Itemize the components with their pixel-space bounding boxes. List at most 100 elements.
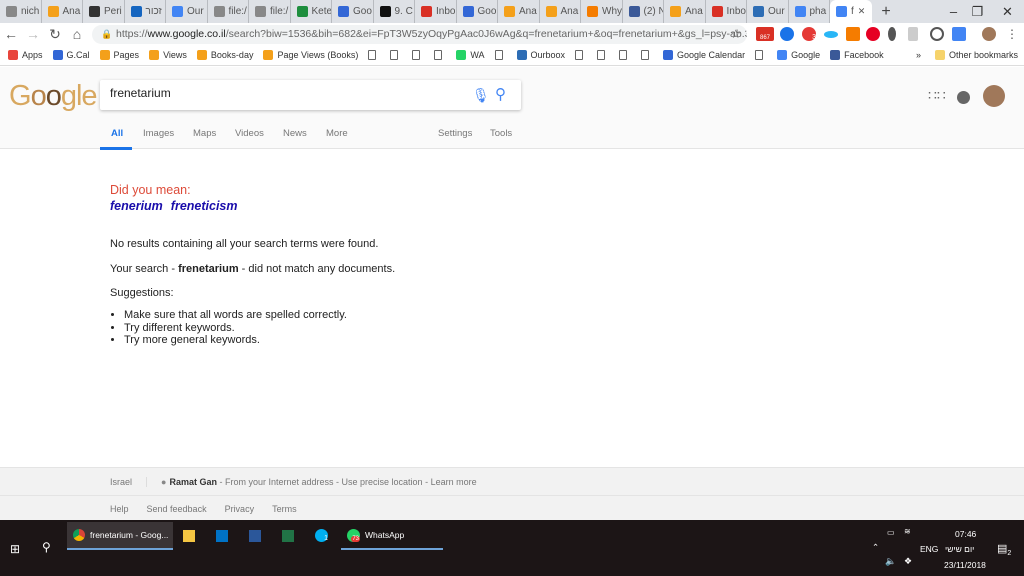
browser-tab[interactable]: Inbo [706, 0, 747, 23]
dropbox-icon[interactable]: ❖ [904, 556, 912, 567]
browser-tab[interactable]: זכור [125, 0, 166, 23]
microphone-icon[interactable]: 🎙 [472, 87, 490, 104]
bulb-extension-icon[interactable] [888, 27, 896, 41]
google-doodle-logo[interactable]: Go​ogle [9, 80, 98, 113]
browser-tab[interactable]: Ana [498, 0, 540, 23]
bookmark-item[interactable]: Google Calendar [663, 50, 745, 60]
taskbar-chrome[interactable]: frenetarium - Goog... [67, 522, 173, 550]
language-indicator[interactable]: ENG [920, 544, 938, 554]
bookmark-item[interactable]: Ourboox [516, 50, 565, 60]
browser-tab[interactable]: Our [747, 0, 789, 23]
bookmark-item[interactable] [641, 50, 653, 60]
terms-link[interactable]: Terms [272, 504, 297, 514]
back-button[interactable]: ← [0, 26, 22, 42]
cloud-extension-icon[interactable] [824, 31, 838, 38]
show-hidden-icons[interactable]: ⌃ [872, 542, 879, 553]
search-icon[interactable]: ⚲ [42, 540, 51, 554]
bookmark-item[interactable] [575, 50, 587, 60]
bookmark-item[interactable] [494, 50, 507, 60]
volume-icon[interactable]: 🔈 [885, 556, 896, 567]
wifi-icon[interactable]: ≋ [904, 527, 911, 536]
analytics-extension-icon[interactable] [846, 27, 860, 41]
privacy-link[interactable]: Privacy [225, 504, 255, 514]
reload-button[interactable]: ↻ [44, 26, 66, 43]
menu-icon[interactable]: ⋮ [1006, 27, 1020, 41]
browser-tab[interactable]: Kete [291, 0, 332, 23]
extension-icon[interactable] [930, 27, 944, 41]
bookmark-item[interactable]: Books-day [196, 50, 253, 60]
browser-tab[interactable]: pha [789, 0, 830, 23]
bookmark-item[interactable]: Apps [8, 50, 43, 60]
other-bookmarks[interactable]: » Other bookmarks [916, 50, 1018, 60]
browser-tab[interactable]: Why [581, 0, 623, 23]
action-center-icon[interactable]: ▤2 [997, 542, 1011, 557]
bookmark-star-icon[interactable]: ☆ [730, 25, 741, 44]
profile-avatar[interactable] [982, 27, 996, 41]
pinterest-extension-icon[interactable] [866, 27, 880, 41]
tab-news[interactable]: News [283, 128, 307, 139]
more-bookmarks-chevron-icon[interactable]: » [916, 50, 921, 60]
bookmark-item[interactable]: Pages [99, 50, 139, 60]
bookmark-item[interactable]: Google [777, 50, 820, 60]
use-precise-location-link[interactable]: Use precise location [342, 477, 423, 487]
file-explorer-icon[interactable] [183, 530, 195, 542]
browser-tab[interactable]: file:/ [249, 0, 291, 23]
tab-maps[interactable]: Maps [193, 128, 216, 139]
account-avatar[interactable] [983, 85, 1005, 107]
translate-extension-icon[interactable] [952, 27, 966, 41]
gmail-extension-icon[interactable]: 867 [756, 27, 774, 41]
browser-tab[interactable]: Inbo [415, 0, 457, 23]
outlook-icon[interactable] [216, 530, 228, 542]
tab-videos[interactable]: Videos [235, 128, 264, 139]
bookmark-item[interactable]: Page Views (Books) [263, 50, 358, 60]
bookmark-item[interactable] [434, 50, 446, 60]
browser-tab[interactable]: Goo [457, 0, 498, 23]
forward-button[interactable]: → [22, 26, 44, 42]
extension-icon[interactable] [780, 27, 794, 41]
browser-tab[interactable]: nich [0, 0, 42, 23]
battery-icon[interactable]: ▭ [887, 528, 895, 537]
bookmark-item[interactable]: WA [456, 50, 485, 60]
browser-tab[interactable]: Ana [664, 0, 706, 23]
close-window-button[interactable]: ✕ [990, 0, 1024, 23]
tab-tools[interactable]: Tools [490, 128, 512, 139]
suggestion-link[interactable]: freneticism [171, 199, 238, 213]
windows-start-icon[interactable]: ⊞ [10, 542, 20, 556]
bookmark-item[interactable]: Facebook [830, 50, 884, 60]
tab-active[interactable]: f ✕ [830, 0, 872, 23]
search-icon[interactable]: ⚲ [495, 85, 506, 103]
bookmark-item[interactable]: Views [149, 50, 187, 60]
search-input[interactable] [110, 86, 450, 100]
help-link[interactable]: Help [110, 504, 129, 514]
bookmark-item[interactable] [390, 50, 402, 60]
browser-tab[interactable]: file:/ [208, 0, 249, 23]
clock-time[interactable]: 07:46 [955, 529, 976, 539]
tab-all[interactable]: All [111, 128, 123, 139]
bookmark-item[interactable] [619, 50, 631, 60]
bookmark-item[interactable]: G.Cal [52, 50, 90, 60]
browser-tab[interactable]: Peri [83, 0, 125, 23]
browser-tab[interactable]: Our [166, 0, 208, 23]
extension-badge-icon[interactable]: 3 [802, 27, 816, 41]
browser-tab[interactable]: Ana [540, 0, 581, 23]
apps-grid-icon[interactable]: ∷∷ [928, 87, 946, 104]
skype-icon[interactable]: 1 [315, 529, 328, 542]
send-feedback-link[interactable]: Send feedback [147, 504, 207, 514]
close-tab-icon[interactable]: ✕ [858, 6, 866, 17]
home-button[interactable]: ⌂ [66, 26, 88, 42]
suggestion-link[interactable]: fenerium [110, 199, 163, 213]
browser-tab[interactable]: 9. C [374, 0, 415, 23]
bookmark-item[interactable] [755, 50, 767, 60]
tab-settings[interactable]: Settings [438, 128, 472, 139]
bookmark-item[interactable] [368, 50, 380, 60]
excel-icon[interactable] [282, 530, 294, 542]
bookmark-item[interactable] [412, 50, 424, 60]
browser-tab[interactable]: Ana [42, 0, 83, 23]
tab-more[interactable]: More [326, 128, 348, 139]
browser-tab[interactable]: Goo [332, 0, 374, 23]
address-bar[interactable]: 🔒 https://www.google.co.il/search?biw=15… [92, 25, 747, 44]
taskbar-whatsapp[interactable]: 73 WhatsApp [341, 522, 443, 550]
tab-images[interactable]: Images [143, 128, 174, 139]
new-tab-button[interactable]: + [872, 3, 900, 21]
notifications-icon[interactable] [957, 91, 970, 104]
